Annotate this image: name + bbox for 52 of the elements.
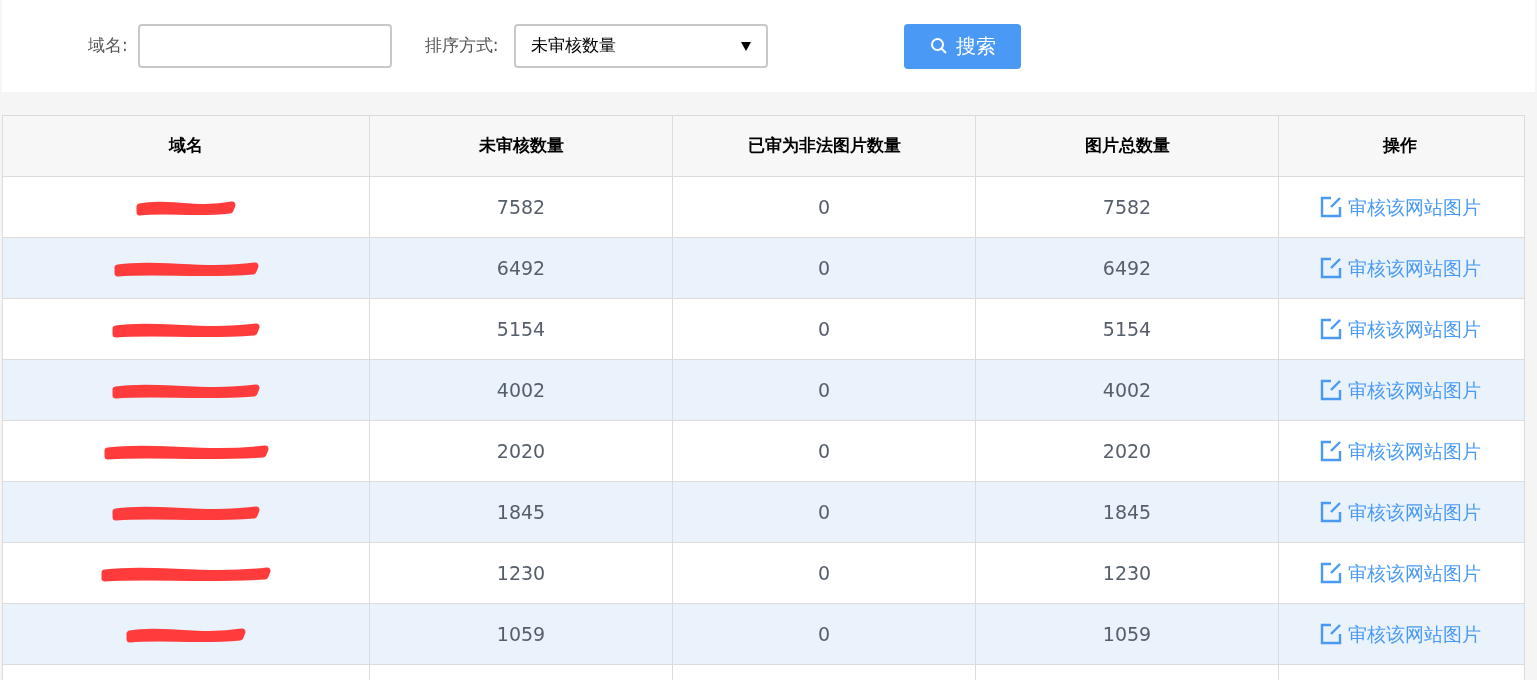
column-header: 已审为非法图片数量 bbox=[673, 116, 976, 176]
edit-icon bbox=[1319, 562, 1342, 584]
table-cell: 2020 bbox=[370, 421, 673, 481]
review-site-images-link[interactable]: 审核该网站图片 bbox=[1319, 497, 1481, 527]
search-button[interactable]: 搜索 bbox=[904, 23, 1022, 69]
edit-icon bbox=[1319, 440, 1342, 462]
edit-icon bbox=[1319, 257, 1342, 279]
review-site-images-link[interactable]: 审核该网站图片 bbox=[1319, 558, 1481, 588]
table-cell: 0 bbox=[673, 604, 976, 664]
edit-icon bbox=[1319, 501, 1342, 523]
review-site-images-link[interactable]: 审核该网站图片 bbox=[1319, 192, 1481, 222]
domain-label: 域名: bbox=[88, 34, 128, 58]
table-cell: 1845 bbox=[370, 482, 673, 542]
edit-icon bbox=[1319, 623, 1342, 645]
column-header: 域名 bbox=[3, 116, 370, 176]
table-cell: 6492 bbox=[370, 238, 673, 298]
review-site-images-link[interactable]: 审核该网站图片 bbox=[1319, 253, 1481, 283]
table-cell: 6492 bbox=[976, 238, 1279, 298]
table-cell: 0 bbox=[673, 421, 976, 481]
review-site-images-link[interactable]: 审核该网站图片 bbox=[1319, 436, 1481, 466]
review-site-images-link[interactable]: 审核该网站图片 bbox=[1319, 375, 1481, 405]
edit-icon bbox=[1319, 196, 1342, 218]
table-cell: 1059 bbox=[370, 604, 673, 664]
table-cell: 1230 bbox=[976, 543, 1279, 603]
table-cell: 5154 bbox=[976, 299, 1279, 359]
table-cell: 7582 bbox=[976, 177, 1279, 237]
table-cell: 7582 bbox=[370, 177, 673, 237]
table-cell: 2020 bbox=[976, 421, 1279, 481]
search-icon bbox=[929, 37, 948, 55]
table-cell: 1059 bbox=[976, 604, 1279, 664]
table-cell: 0 bbox=[673, 543, 976, 603]
table-cell: 5154 bbox=[370, 299, 673, 359]
table-cell: 0 bbox=[673, 482, 976, 542]
table-cell: 1845 bbox=[976, 482, 1279, 542]
sort-select[interactable]: 未审核数量 bbox=[514, 24, 769, 68]
table-cell: 1230 bbox=[370, 543, 673, 603]
table-cell: 0 bbox=[673, 177, 976, 237]
column-header: 未审核数量 bbox=[370, 116, 673, 176]
domain-input[interactable] bbox=[137, 24, 392, 68]
table-cell: 0 bbox=[673, 299, 976, 359]
table-cell: 4002 bbox=[976, 360, 1279, 420]
edit-icon bbox=[1319, 379, 1342, 401]
column-header: 操作 bbox=[1381, 134, 1418, 158]
review-site-images-link[interactable]: 审核该网站图片 bbox=[1319, 619, 1481, 649]
edit-icon bbox=[1319, 318, 1342, 340]
column-header: 图片总数量 bbox=[976, 116, 1279, 176]
dropdown-caret-icon bbox=[741, 41, 752, 51]
table-cell: 4002 bbox=[370, 360, 673, 420]
sort-label: 排序方式: bbox=[424, 34, 499, 58]
table-cell: 0 bbox=[673, 238, 976, 298]
table-cell: 0 bbox=[673, 360, 976, 420]
review-site-images-link[interactable]: 审核该网站图片 bbox=[1319, 314, 1481, 344]
